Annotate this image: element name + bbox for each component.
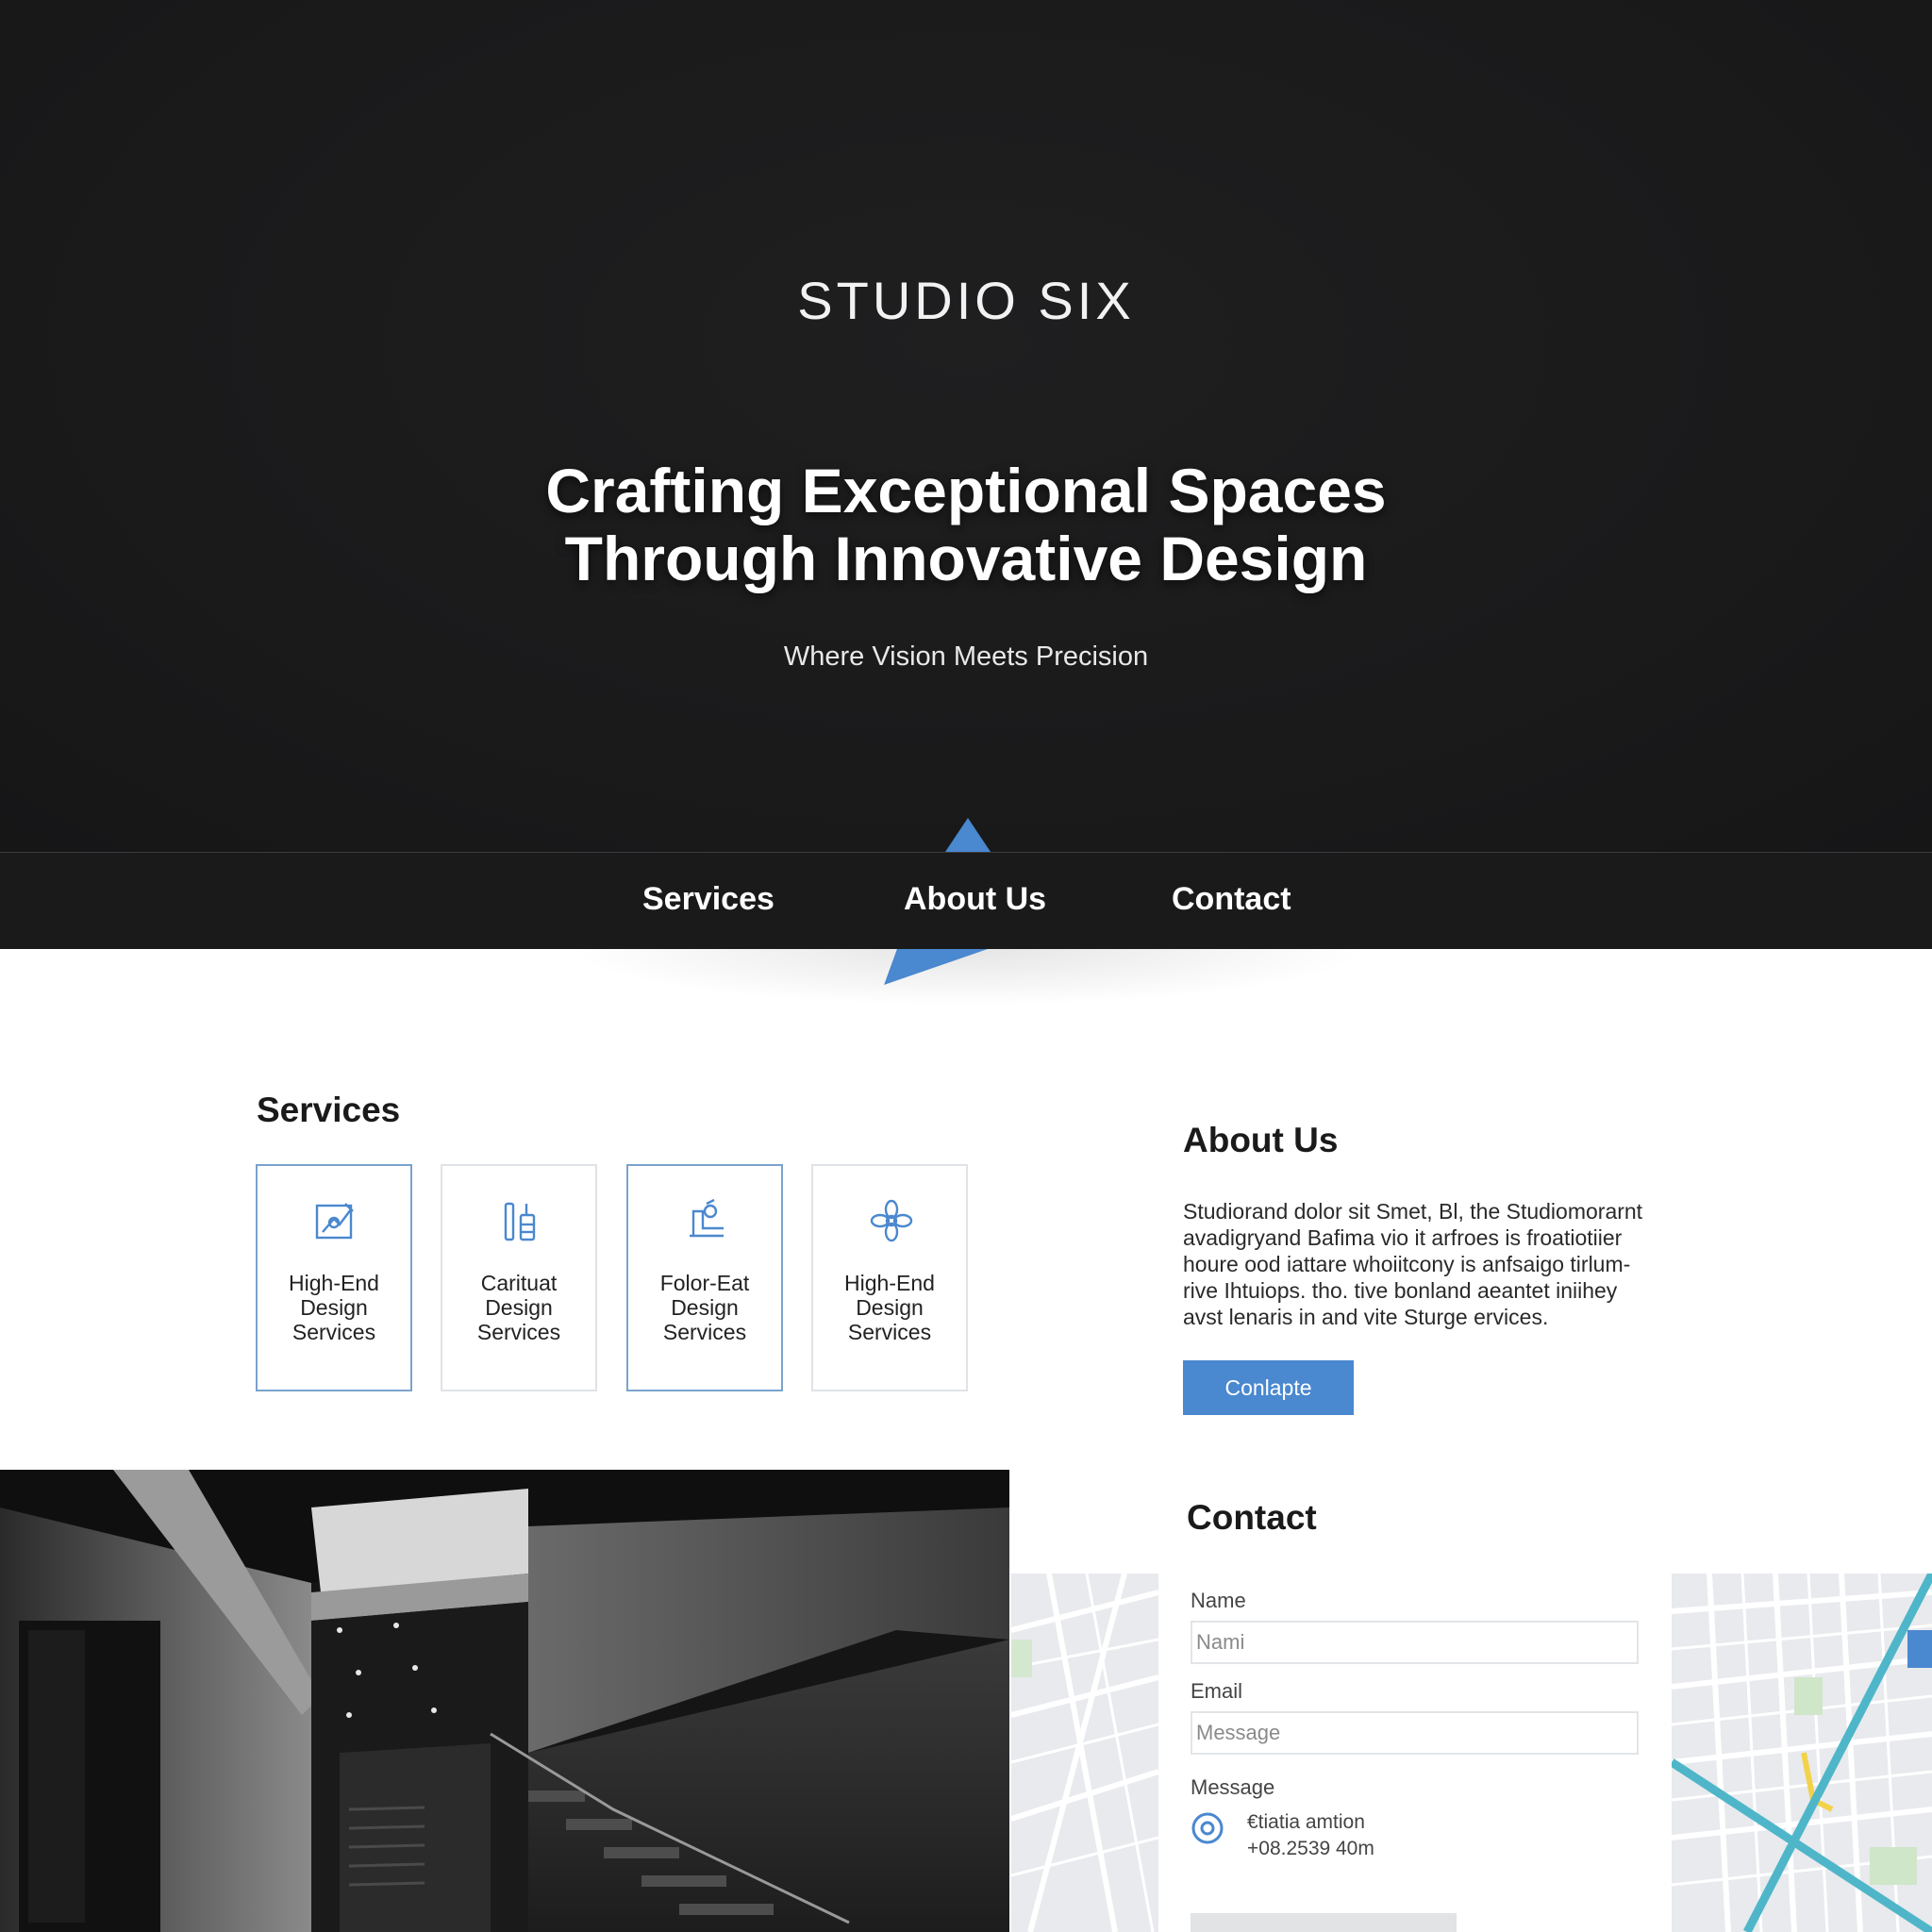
contact-info-line: +08.2539 40m [1247,1838,1374,1859]
about-text-line: avadigryand Bafima vio it arfroes is fro… [1183,1225,1623,1250]
nav-item-services[interactable]: Services [642,881,774,918]
service-label-line: Carituat [480,1271,558,1295]
brand-logo[interactable]: STUDIO SIX [0,270,1932,331]
service-card[interactable]: Folor-Eat Design Services [626,1164,783,1391]
hero-headline: Crafting Exceptional Spaces Through Inno… [0,457,1932,592]
map-right[interactable] [1672,1574,1932,1932]
architecture-image [0,1470,1009,1932]
service-label-line: Services [291,1320,376,1344]
about-title: About Us [1183,1121,1339,1159]
about-text: Studiorand dolor sit Smet, Bl, the Studi… [1183,1198,1692,1330]
submit-button[interactable] [1191,1913,1457,1932]
name-label: Name [1191,1589,1246,1612]
service-label: Carituat Design Services [442,1271,595,1344]
hero-tagline: Where Vision Meets Precision [783,641,1149,672]
contact-info-line: €tiatia amtion [1247,1811,1365,1833]
nav-item-about[interactable]: About Us [904,881,1046,918]
architecture-photo [0,1470,1009,1932]
blueprint-icon [690,1198,724,1238]
flower-icon [870,1199,913,1242]
service-label: High-End Design Services [258,1271,410,1344]
contact-info: €tiatia amtion +08.2539 40m [1247,1809,1374,1862]
name-input[interactable] [1191,1621,1639,1664]
service-label-line: Design [300,1295,368,1320]
email-input[interactable] [1191,1711,1639,1755]
about-cta-button[interactable]: Conlapte [1183,1360,1354,1415]
location-pin-icon [1191,1812,1224,1844]
hero-headline-line: Crafting Exceptional Spaces [545,456,1387,525]
nav-indicator-top [945,818,991,852]
hero-headline-line: Through Innovative Design [564,524,1368,593]
service-label-line: Folor-Eat [659,1271,750,1295]
about-text-line: rive Ihtuiops. tho. tive bonland aeantet… [1183,1278,1618,1303]
service-label: Folor-Eat Design Services [628,1271,781,1344]
service-card[interactable]: Carituat Design Services [441,1164,597,1391]
service-card[interactable]: High-End Design Services [256,1164,412,1391]
service-label-line: Services [847,1320,932,1344]
service-label-line: Services [476,1320,561,1344]
about-text-line: houre ood iattare whoiitcony is anfsaigo… [1183,1252,1631,1276]
about-text-line: Studiorand dolor sit Smet, Bl, the Studi… [1183,1199,1643,1224]
contact-title: Contact [1187,1498,1317,1537]
nav-indicator-bottom [884,949,988,985]
about-text-line: avst lenaris in and vite Sturge ervices. [1183,1305,1549,1329]
main-nav: Services About Us Contact [0,852,1932,949]
hero-section: STUDIO SIX Crafting Exceptional Spaces T… [0,0,1932,852]
service-label: High-End Design Services [813,1271,966,1344]
map-left[interactable] [1011,1574,1158,1932]
service-label-line: Design [485,1295,553,1320]
service-card[interactable]: High-End Design Services [811,1164,968,1391]
map-image [1011,1574,1158,1932]
service-label-line: High-End [844,1271,935,1295]
services-title: Services [257,1091,401,1129]
drafting-icon [315,1203,354,1240]
tools-icon [504,1202,536,1241]
nav-item-contact[interactable]: Contact [1172,881,1291,918]
service-label-line: Design [856,1295,924,1320]
service-label-line: High-End [289,1271,379,1295]
service-label-line: Design [671,1295,739,1320]
message-label: Message [1191,1775,1275,1799]
service-label-line: Services [662,1320,747,1344]
map-image [1672,1574,1932,1932]
email-label: Email [1191,1679,1243,1703]
